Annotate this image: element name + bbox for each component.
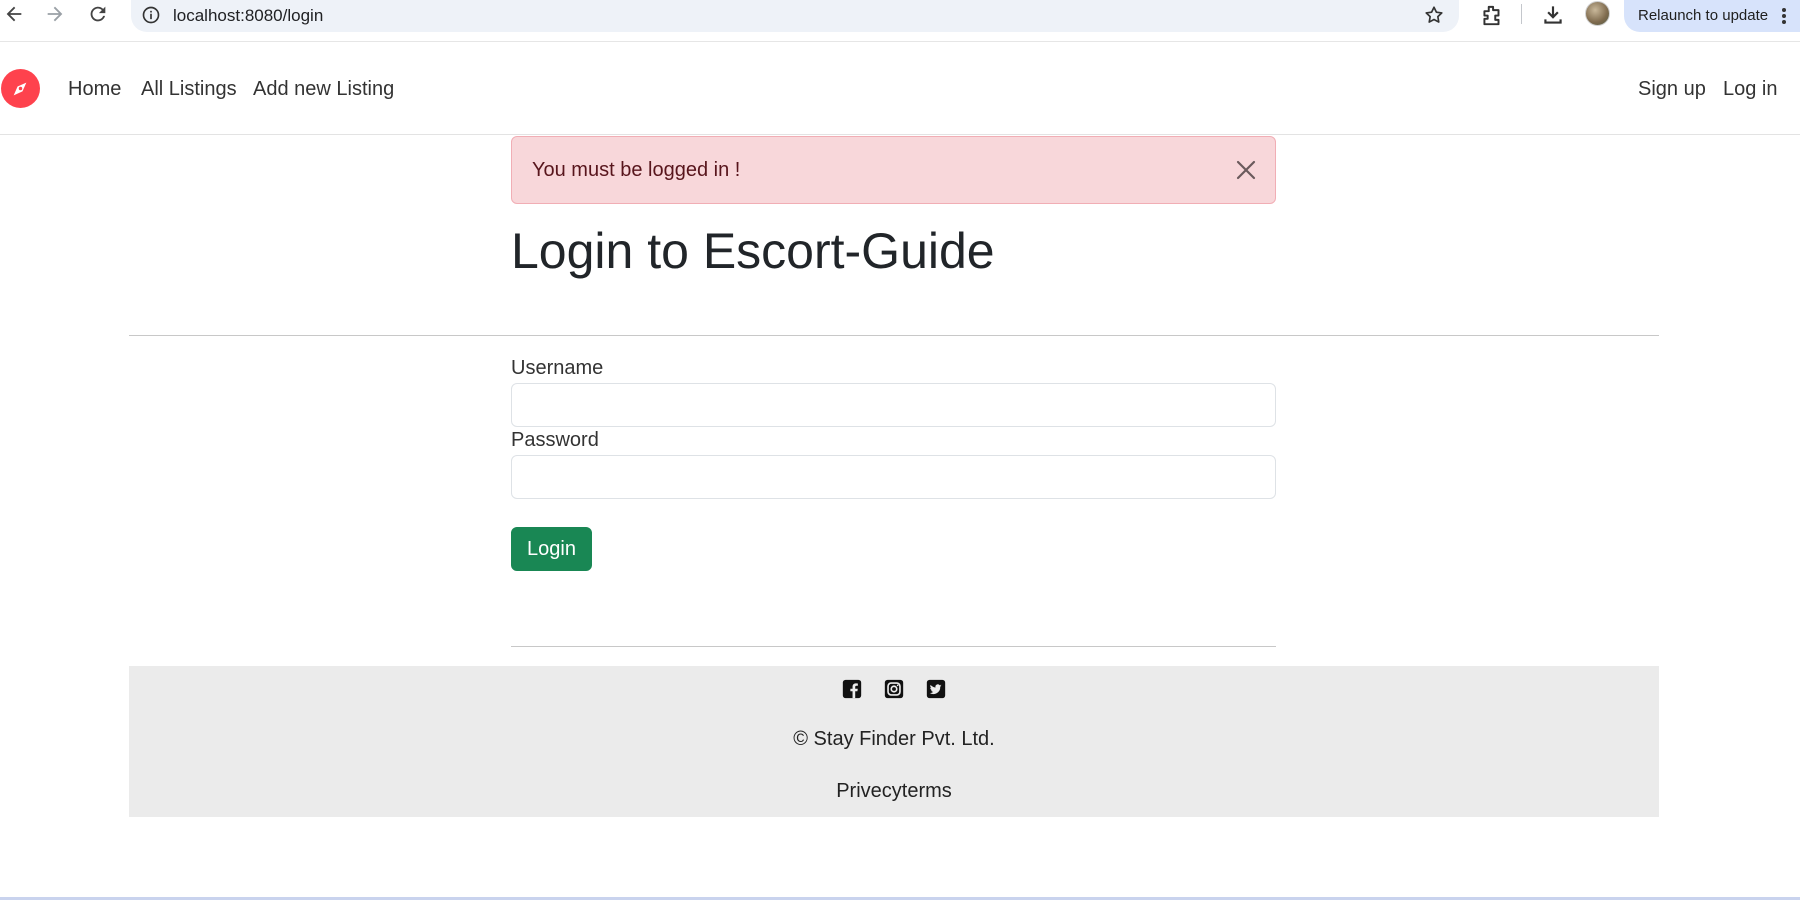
forward-arrow-icon[interactable] bbox=[44, 3, 66, 25]
url-text[interactable]: localhost:8080/login bbox=[173, 6, 323, 26]
extensions-icon[interactable] bbox=[1479, 2, 1505, 28]
divider bbox=[511, 646, 1276, 647]
twitter-icon[interactable] bbox=[925, 678, 947, 700]
nav-all-listings-link[interactable]: All Listings bbox=[141, 78, 237, 101]
reload-icon[interactable] bbox=[87, 3, 109, 25]
alert-message: You must be logged in ! bbox=[532, 159, 741, 181]
footer: © Stay Finder Pvt. Ltd. Privecyterms bbox=[129, 666, 1659, 817]
nav-signup-link[interactable]: Sign up bbox=[1638, 78, 1706, 101]
site-navbar: Home All Listings Add new Listing Sign u… bbox=[0, 42, 1800, 135]
site-info-icon[interactable] bbox=[141, 5, 161, 25]
password-input[interactable] bbox=[511, 455, 1276, 499]
nav-home-link[interactable]: Home bbox=[68, 78, 121, 101]
privacy-terms-link[interactable]: Privecyterms bbox=[129, 780, 1659, 803]
username-label: Username bbox=[511, 357, 604, 379]
bookmark-star-icon[interactable] bbox=[1423, 4, 1445, 26]
back-arrow-icon[interactable] bbox=[3, 3, 25, 25]
page-title: Login to Escort-Guide bbox=[511, 223, 995, 279]
relaunch-label: Relaunch to update bbox=[1638, 7, 1769, 24]
download-icon[interactable] bbox=[1540, 2, 1566, 28]
social-links bbox=[129, 678, 1659, 702]
close-icon[interactable] bbox=[1233, 157, 1259, 183]
divider bbox=[129, 335, 1659, 336]
toolbar-separator bbox=[1521, 4, 1522, 24]
facebook-icon[interactable] bbox=[841, 678, 863, 700]
browser-toolbar: localhost:8080/login Relaunch to update bbox=[0, 0, 1800, 42]
nav-login-link[interactable]: Log in bbox=[1723, 78, 1778, 101]
username-input[interactable] bbox=[511, 383, 1276, 427]
more-vert-icon[interactable] bbox=[1774, 4, 1794, 28]
nav-add-listing-link[interactable]: Add new Listing bbox=[253, 78, 394, 101]
instagram-icon[interactable] bbox=[883, 678, 905, 700]
profile-avatar[interactable] bbox=[1585, 1, 1610, 26]
copyright-text: © Stay Finder Pvt. Ltd. bbox=[793, 728, 995, 750]
login-button[interactable]: Login bbox=[511, 527, 592, 571]
password-label: Password bbox=[511, 429, 599, 451]
compass-logo-icon[interactable] bbox=[1, 69, 40, 108]
flash-alert: You must be logged in ! bbox=[511, 136, 1276, 204]
address-bar[interactable]: localhost:8080/login bbox=[131, 0, 1459, 32]
relaunch-button[interactable]: Relaunch to update bbox=[1624, 0, 1800, 32]
